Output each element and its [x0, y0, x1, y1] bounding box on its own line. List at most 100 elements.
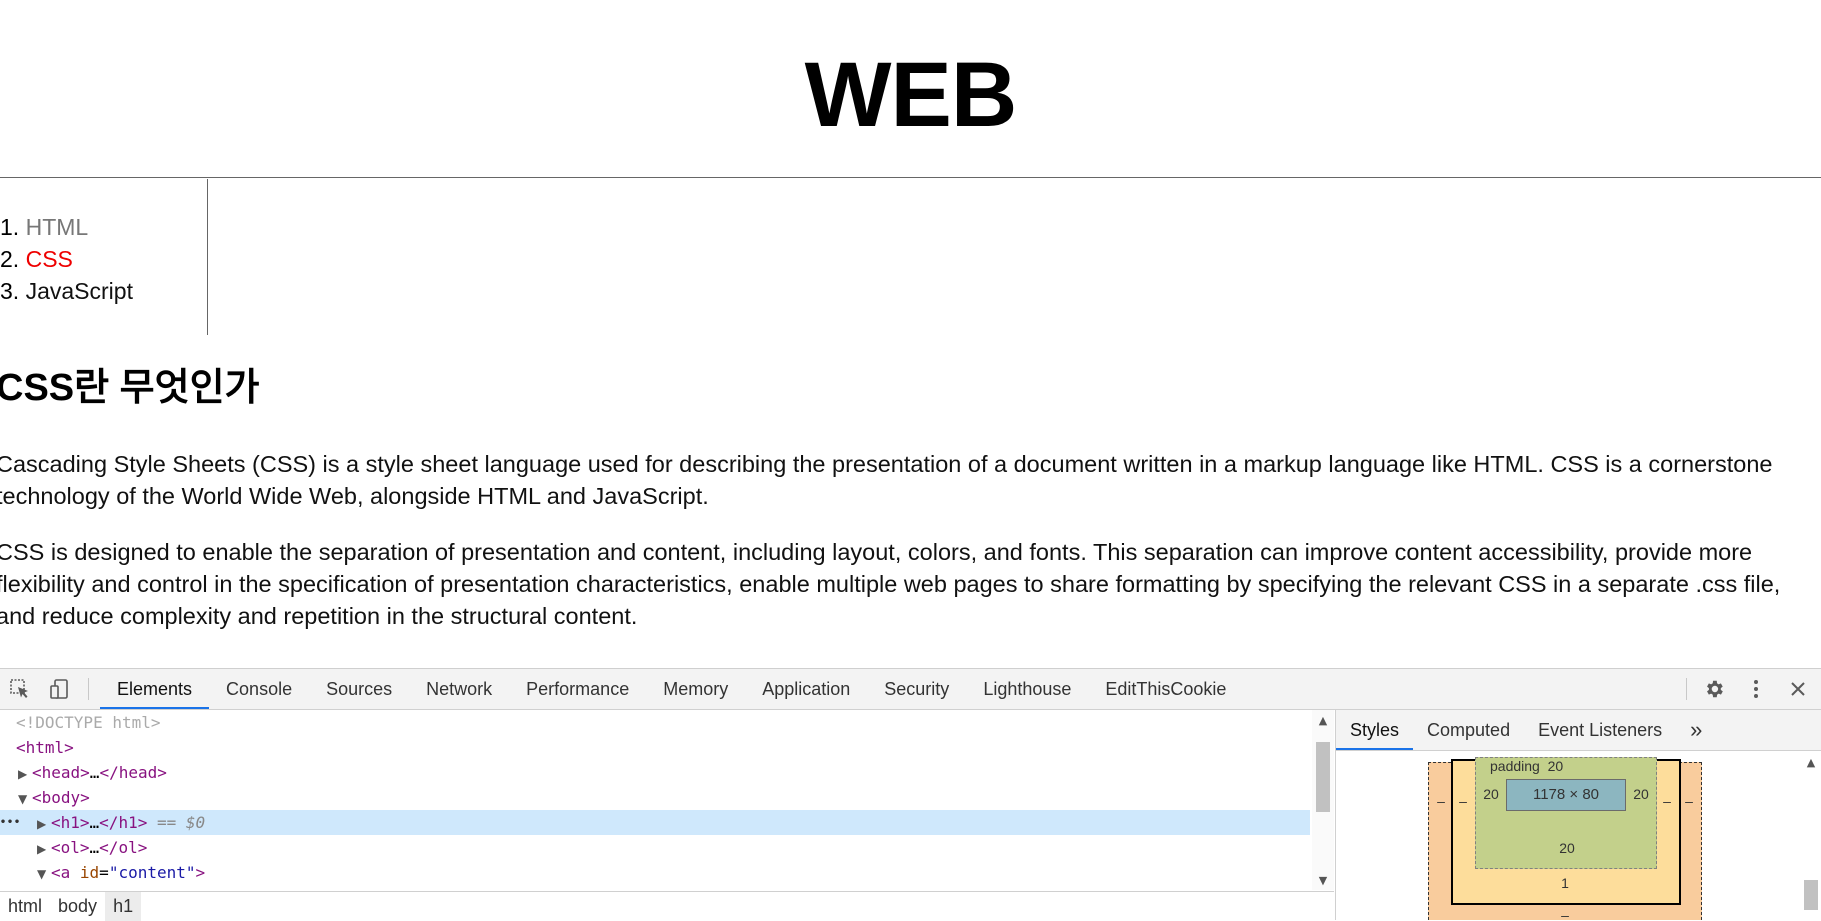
- article-paragraph-2: CSS is designed to enable the separation…: [0, 539, 1781, 629]
- scrollbar-thumb[interactable]: [1316, 742, 1330, 812]
- styles-pane: Styles Computed Event Listeners » – – – …: [1335, 710, 1821, 920]
- ol-close-tag: </ol>: [99, 838, 148, 857]
- doctype-text: <!DOCTYPE html>: [16, 713, 161, 732]
- box-model-border: – – 1 padding 20 20 20 20 1178 × 80: [1451, 757, 1681, 905]
- head-tag: <head>: [32, 763, 90, 782]
- box-model-margin: – – – – – 1 padding 20 20 20 20 1178 × 8…: [1428, 757, 1702, 920]
- elements-tree: <!DOCTYPE html> <html> ▶ <head>…</head> ▼…: [0, 710, 1334, 891]
- tab-lighthouse[interactable]: Lighthouse: [966, 669, 1088, 709]
- device-toggle-icon[interactable]: [48, 677, 72, 701]
- tab-network[interactable]: Network: [409, 669, 509, 709]
- ol-tag: <ol>: [51, 838, 90, 857]
- h1-ellipsis: …: [89, 813, 100, 832]
- border-left-value: –: [1459, 793, 1467, 809]
- html-tag: <html>: [16, 738, 74, 757]
- tab-memory[interactable]: Memory: [646, 669, 745, 709]
- scroll-up-icon[interactable]: ▲: [1312, 714, 1334, 727]
- tab-styles[interactable]: Styles: [1336, 710, 1414, 750]
- dom-breadcrumb: html body h1: [0, 891, 1334, 921]
- close-icon[interactable]: [1786, 677, 1810, 701]
- head-ellipsis: …: [89, 763, 100, 782]
- page-title: WEB: [804, 44, 1018, 146]
- expand-triangle-icon[interactable]: ▶: [37, 812, 51, 837]
- styles-tabs: Styles Computed Event Listeners »: [1336, 710, 1821, 751]
- dom-node-a[interactable]: ▼ <a id="content">: [0, 860, 1310, 885]
- scroll-up-icon[interactable]: ▲: [1800, 756, 1821, 769]
- margin-bottom-value: –: [1561, 907, 1569, 920]
- dom-node-ol[interactable]: ▶ <ol>…</ol>: [0, 835, 1310, 860]
- nav-number: 1.: [0, 214, 20, 240]
- box-model-diagram: – – – – – 1 padding 20 20 20 20 1178 × 8…: [1428, 757, 1702, 920]
- horizontal-divider: [0, 177, 1821, 178]
- tab-event-listeners[interactable]: Event Listeners: [1524, 710, 1676, 750]
- head-close-tag: </head>: [99, 763, 167, 782]
- styles-scrollbar[interactable]: ▲: [1800, 750, 1821, 920]
- nav-item-html: 1. HTML: [0, 211, 133, 243]
- devtools-tabs: Elements Console Sources Network Perform…: [100, 669, 1243, 709]
- more-tabs-chevron-icon[interactable]: »: [1676, 710, 1716, 750]
- tab-sources[interactable]: Sources: [309, 669, 409, 709]
- expand-triangle-icon[interactable]: ▶: [37, 837, 51, 862]
- margin-left-value: –: [1437, 793, 1445, 809]
- tab-application[interactable]: Application: [745, 669, 867, 709]
- border-bottom-value: 1: [1561, 875, 1569, 891]
- a-attr-value: "content": [108, 863, 196, 882]
- a-tag-end: >: [195, 863, 206, 882]
- box-model-padding: padding 20 20 20 20 1178 × 80: [1475, 757, 1657, 869]
- toolbar-separator: [1686, 678, 1687, 700]
- padding-right-value: 20: [1633, 786, 1649, 802]
- article-paragraph-1: Cascading Style Sheets (CSS) is a style …: [0, 451, 1773, 509]
- dom-node-head[interactable]: ▶ <head>…</head>: [0, 760, 1310, 785]
- web-page: WEB 1. HTML 2. CSS 3. JavaScript CSS란 무엇…: [0, 0, 1821, 668]
- breadcrumb-body[interactable]: body: [50, 892, 105, 921]
- nav-number: 2.: [0, 246, 20, 272]
- collapse-triangle-icon[interactable]: ▼: [37, 862, 51, 887]
- elements-scrollbar[interactable]: ▲ ▼: [1312, 710, 1334, 890]
- dom-node-h1-selected[interactable]: ••• ▶ <h1>…</h1> == $0: [0, 810, 1310, 835]
- nav-link-css[interactable]: CSS: [26, 246, 73, 272]
- article: CSS란 무엇인가 Cascading Style Sheets (CSS) i…: [0, 358, 1806, 656]
- margin-right-value: –: [1685, 793, 1693, 809]
- nav-number: 3.: [0, 278, 20, 304]
- ol-ellipsis: …: [89, 838, 100, 857]
- box-model-content: 1178 × 80: [1506, 779, 1626, 811]
- tab-elements[interactable]: Elements: [100, 669, 210, 709]
- tab-console[interactable]: Console: [209, 669, 309, 709]
- settings-gear-icon[interactable]: [1702, 677, 1726, 701]
- breadcrumb-h1[interactable]: h1: [105, 892, 142, 921]
- dom-node-body[interactable]: ▼ <body>: [0, 785, 1310, 810]
- scrollbar-thumb[interactable]: [1804, 880, 1818, 910]
- dom-node-doctype[interactable]: <!DOCTYPE html>: [0, 710, 1310, 735]
- h1-tag: <h1>: [51, 813, 90, 832]
- nav-item-css: 2. CSS: [0, 243, 133, 275]
- breadcrumb-html[interactable]: html: [0, 892, 50, 921]
- border-right-value: –: [1663, 793, 1671, 809]
- body-tag: <body>: [32, 788, 90, 807]
- tab-editthiscookie[interactable]: EditThisCookie: [1088, 669, 1243, 709]
- scroll-down-icon[interactable]: ▼: [1312, 874, 1334, 887]
- tab-performance[interactable]: Performance: [509, 669, 646, 709]
- box-model-viewport: – – – – – 1 padding 20 20 20 20 1178 × 8…: [1336, 750, 1800, 920]
- a-attr-eq: =: [99, 863, 109, 882]
- nav-list: 1. HTML 2. CSS 3. JavaScript: [0, 211, 133, 307]
- tab-computed[interactable]: Computed: [1413, 710, 1524, 750]
- tab-security[interactable]: Security: [867, 669, 966, 709]
- inspect-element-icon[interactable]: [8, 677, 32, 701]
- a-tag: <a: [51, 863, 80, 882]
- more-vertical-icon[interactable]: [1744, 677, 1768, 701]
- padding-top-value: 20: [1547, 758, 1564, 774]
- toolbar-separator: [88, 678, 89, 700]
- nav-item-javascript: 3. JavaScript: [0, 275, 133, 307]
- dom-node-html[interactable]: <html>: [0, 735, 1310, 760]
- h1-close-tag: </h1>: [99, 813, 148, 832]
- expand-triangle-icon[interactable]: ▶: [18, 762, 32, 787]
- devtools-panel: Elements Console Sources Network Perform…: [0, 668, 1821, 921]
- node-actions-dots[interactable]: •••: [0, 810, 21, 835]
- nav-link-javascript[interactable]: JavaScript: [26, 278, 133, 304]
- padding-label-text: padding: [1490, 758, 1540, 774]
- collapse-triangle-icon[interactable]: ▼: [18, 787, 32, 812]
- article-heading: CSS란 무엇인가: [0, 367, 260, 409]
- nav-link-html[interactable]: HTML: [26, 214, 89, 240]
- devtools-toolbar: Elements Console Sources Network Perform…: [0, 669, 1821, 710]
- padding-label: padding 20: [1490, 758, 1563, 774]
